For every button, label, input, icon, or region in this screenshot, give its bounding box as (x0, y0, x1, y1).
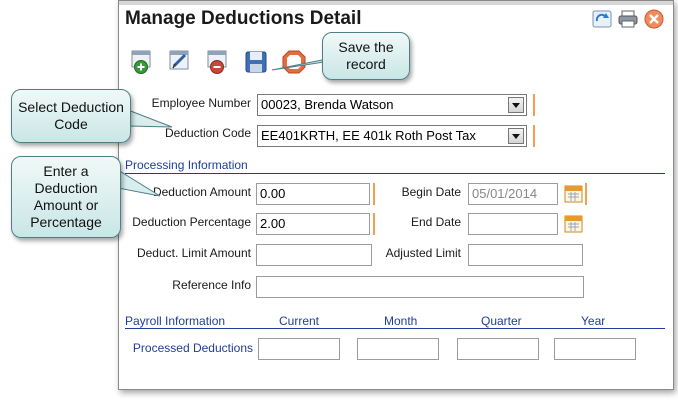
select-deduction-code-callout-text: Select Deduction Code (18, 99, 124, 132)
save-record-callout-text: Save the record (338, 39, 394, 72)
save-record-callout: Save the record (322, 32, 410, 80)
select-deduction-code-callout: Select Deduction Code (11, 89, 131, 143)
enter-amount-callout-text: Enter a Deduction Amount or Percentage (30, 163, 102, 230)
enter-amount-callout: Enter a Deduction Amount or Percentage (11, 156, 121, 238)
